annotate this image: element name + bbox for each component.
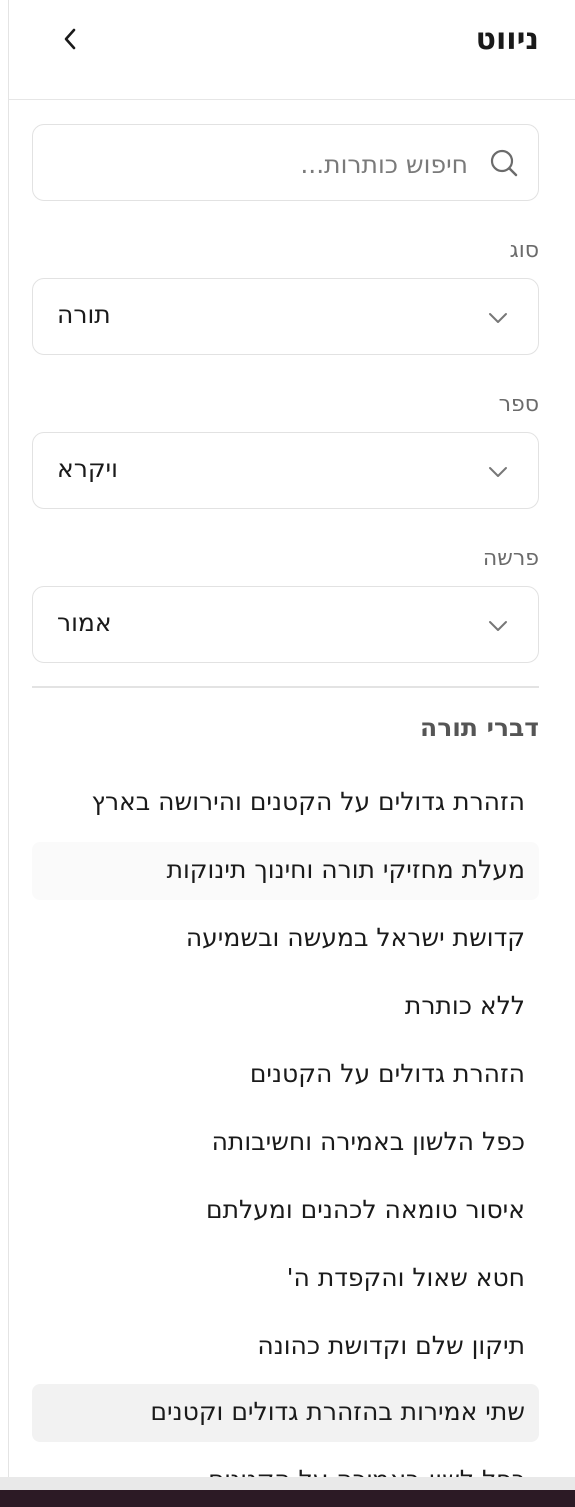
list-item[interactable]: הזהרת גדולים על הקטנים והירושה בארץ (32, 774, 539, 832)
list-item-label: הזהרת גדולים על הקטנים (249, 1059, 525, 1088)
list-item-label: כפל הלשון באמירה וחשיבותה (211, 1127, 525, 1156)
book-select-value: ויקרא (57, 454, 118, 483)
section-divider (32, 686, 539, 688)
portion-select[interactable]: אמור (32, 586, 539, 663)
type-label: סוג (509, 238, 539, 263)
list-item-label: חטא שאול והקפדת ה' (286, 1263, 525, 1292)
panel-title: ניווט (475, 22, 539, 57)
book-label: ספר (498, 392, 539, 417)
list-item[interactable]: תיקון שלם וקדושת כהונה (32, 1318, 539, 1376)
type-select-value: תורה (57, 300, 111, 329)
portion-label: פרשה (482, 546, 539, 571)
list-item-selected[interactable]: שתי אמירות בהזהרת גדולים וקטנים (32, 1384, 539, 1442)
list-item[interactable]: כפל לשון באמירה על הקטנים (32, 1452, 539, 1477)
list-item-label: איסור טומאה לכהנים ומעלתם (206, 1195, 525, 1224)
list-item-label: תיקון שלם וקדושת כהונה (257, 1331, 525, 1360)
list-item-label: קדושת ישראל במעשה ובשמיעה (185, 923, 525, 952)
list-item[interactable]: כפל הלשון באמירה וחשיבותה (32, 1114, 539, 1172)
list-item-label: שתי אמירות בהזהרת גדולים וקטנים (150, 1397, 525, 1426)
chevron-down-icon (489, 621, 507, 631)
list-item-label: כפל לשון באמירה על הקטנים (208, 1465, 525, 1477)
list-item[interactable]: הזהרת גדולים על הקטנים (32, 1046, 539, 1104)
close-panel-button[interactable] (55, 22, 85, 56)
section-title: דברי תורה (420, 713, 539, 742)
list-item[interactable]: קדושת ישראל במעשה ובשמיעה (32, 910, 539, 968)
navigation-panel: ניווט סוג תורה ספר ויקרא פרשה אמור (9, 0, 575, 1477)
list-item[interactable]: ללא כותרת (32, 978, 539, 1036)
list-item[interactable]: איסור טומאה לכהנים ומעלתם (32, 1182, 539, 1240)
horizontal-scrollbar[interactable] (0, 1477, 575, 1490)
search-box[interactable] (32, 124, 539, 201)
book-select[interactable]: ויקרא (32, 432, 539, 509)
search-icon (490, 149, 518, 177)
chevron-down-icon (489, 313, 507, 323)
taskbar (0, 1490, 575, 1507)
list-item-label: הזהרת גדולים על הקטנים והירושה בארץ (91, 787, 525, 816)
chevron-left-icon (64, 28, 76, 50)
list-item-label: ללא כותרת (404, 991, 525, 1020)
main-content-edge (0, 0, 9, 1477)
list-item[interactable]: מעלת מחזיקי תורה וחינוך תינוקות (32, 842, 539, 900)
chevron-down-icon (489, 467, 507, 477)
panel-header: ניווט (9, 0, 575, 100)
portion-select-value: אמור (57, 608, 112, 637)
list-item-label: מעלת מחזיקי תורה וחינוך תינוקות (166, 855, 525, 884)
search-input[interactable] (56, 139, 470, 189)
list-item[interactable]: חטא שאול והקפדת ה' (32, 1250, 539, 1308)
type-select[interactable]: תורה (32, 278, 539, 355)
